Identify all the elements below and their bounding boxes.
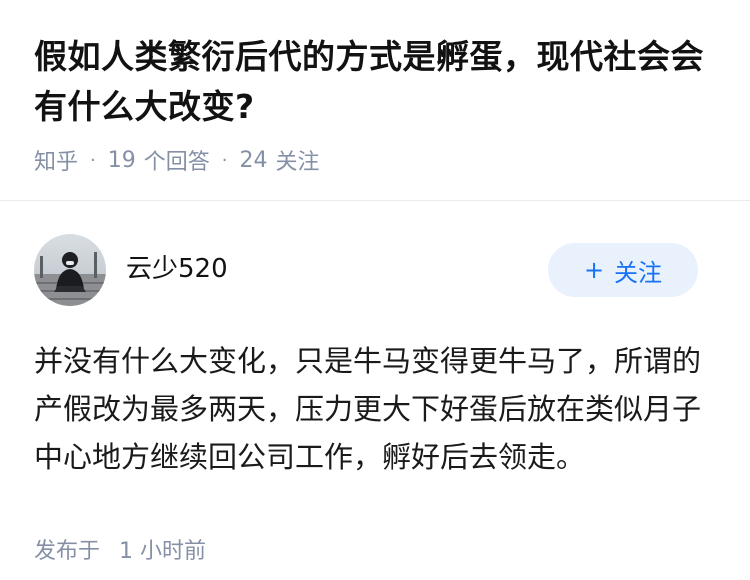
answer-page: 假如人类繁衍后代的方式是孵蛋，现代社会会有什么大改变? 知乎 · 19 个回答 … [0,0,750,580]
meta-separator: · [221,149,228,171]
author-row: 云少520 + 关注 [34,233,716,307]
question-meta: 知乎 · 19 个回答 · 24 关注 [34,144,716,176]
question-title[interactable]: 假如人类繁衍后代的方式是孵蛋，现代社会会有什么大改变? [34,32,716,132]
follow-button-label: 关注 [614,258,663,287]
answer-card: 云少520 + 关注 并没有什么大变化，只是牛马变得更牛马了，所谓的产假改为最多… [0,201,750,565]
follower-count-label: 关注 [275,150,320,175]
meta-separator: · [90,149,96,171]
answer-count-label[interactable]: 个回答 [144,144,210,176]
question-header: 假如人类繁衍后代的方式是孵蛋，现代社会会有什么大改变? 知乎 · 19 个回答 … [0,0,750,200]
author-name[interactable]: 云少520 [126,248,548,285]
plus-icon: + [583,256,605,284]
publish-time-value: 1 小时前 [119,539,207,564]
publish-label: 发布于 [34,539,101,564]
avatar[interactable] [34,234,106,306]
avatar-image [34,234,106,306]
source-label[interactable]: 知乎 [34,144,78,176]
follower-count: 24 [239,147,268,173]
publish-time: 发布于 1 小时前 [34,533,716,565]
answer-content[interactable]: 并没有什么大变化，只是牛马变得更牛马了，所谓的产假改为最多两天，压力更大下好蛋后… [34,337,716,481]
answer-count[interactable]: 19 [108,148,136,173]
follow-button[interactable]: + 关注 [548,243,698,297]
